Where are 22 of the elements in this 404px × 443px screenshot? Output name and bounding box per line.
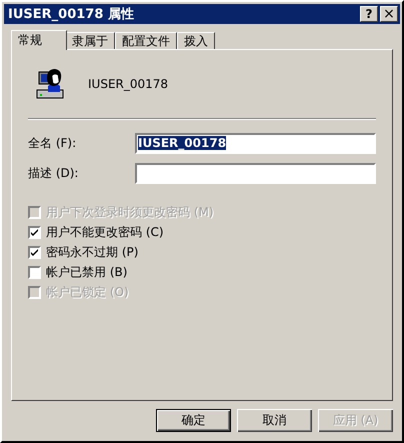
window-title: IUSER_00178 属性 — [8, 6, 135, 23]
field-label: 全名 (F): — [28, 134, 78, 152]
field-label: 描述 (D): — [28, 164, 80, 182]
close-button[interactable]: × — [380, 6, 398, 22]
checkbox[interactable] — [28, 266, 41, 278]
dialog-button[interactable]: 确定 — [156, 409, 231, 432]
input-field[interactable]: IUSER_00178 — [135, 132, 376, 154]
check-icon — [31, 228, 38, 236]
checkbox-label: 用户不能更改密码 (C) — [46, 224, 164, 240]
dialog-button[interactable]: 取消 — [237, 409, 312, 432]
checkbox[interactable] — [28, 246, 41, 258]
tab[interactable]: 拨入 — [177, 32, 215, 49]
checkbox[interactable] — [28, 226, 41, 238]
check-icon — [31, 248, 38, 256]
tab[interactable]: 常规 — [11, 30, 67, 50]
help-button[interactable]: ? — [360, 6, 378, 22]
checkbox-label: 帐户已禁用 (B) — [46, 264, 128, 280]
input-field[interactable] — [135, 162, 376, 184]
checkbox-label: 密码永不过期 (P) — [46, 244, 138, 260]
tab[interactable]: 配置文件 — [115, 32, 177, 49]
tab[interactable]: 隶属于 — [65, 32, 115, 49]
user-name: IUSER_00178 — [88, 77, 168, 91]
